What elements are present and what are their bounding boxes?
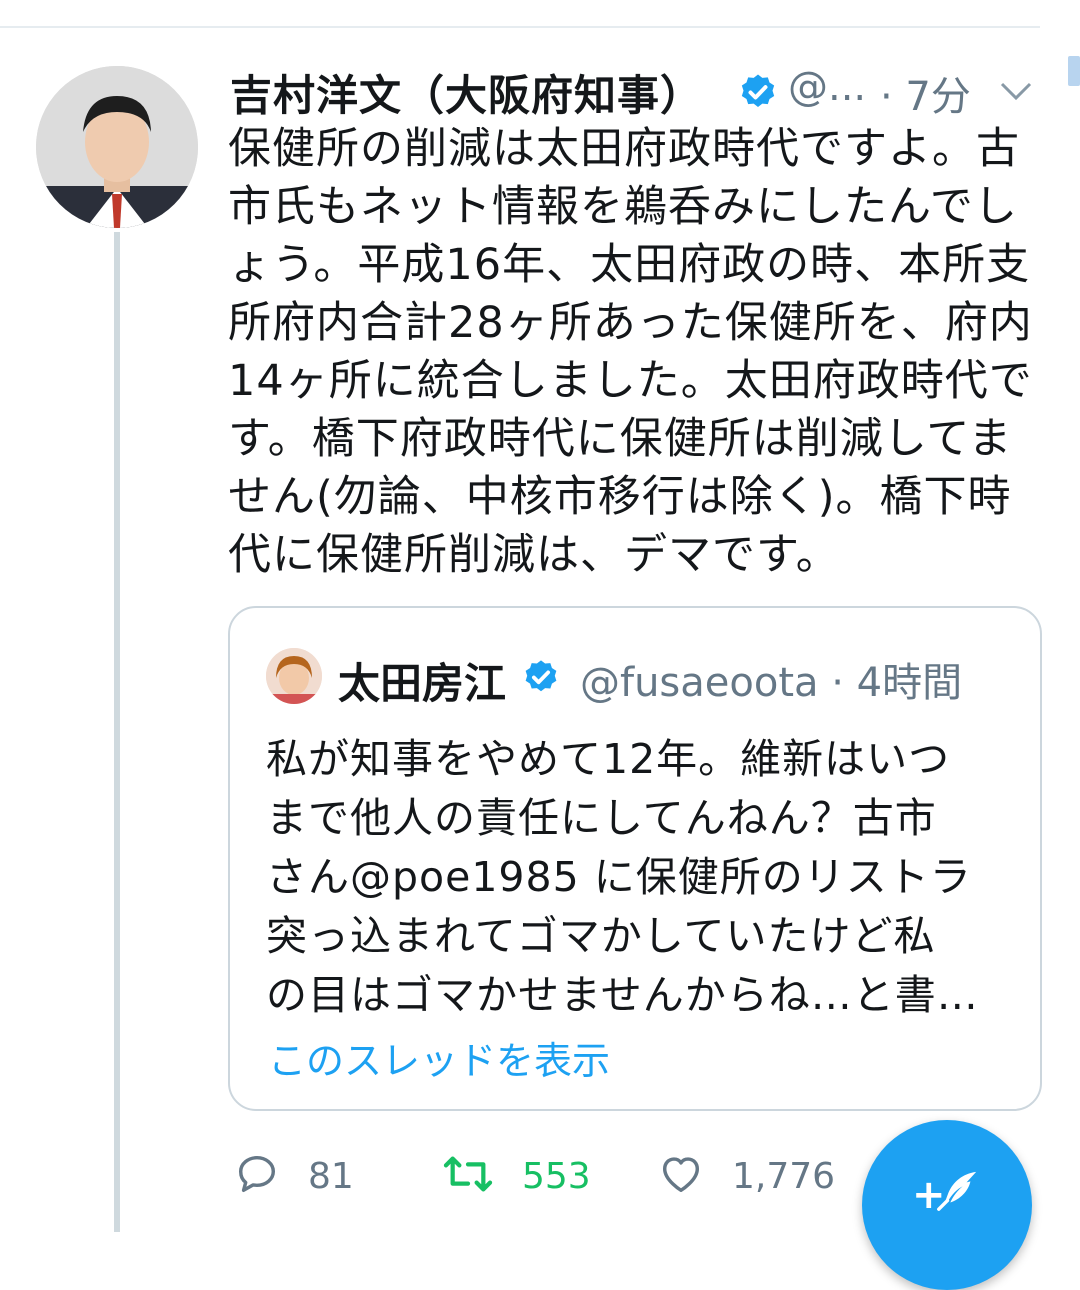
author-avatar[interactable] bbox=[36, 66, 198, 228]
like-icon bbox=[658, 1151, 704, 1201]
quoted-handle-time: @fusaeoota · 4時間 bbox=[580, 660, 963, 706]
chevron-down-icon[interactable] bbox=[998, 80, 1034, 108]
tweet-text-line: ょう。平成16年、太田府政の時、本所支 bbox=[228, 240, 1031, 290]
quoted-author-name: 太田房江 bbox=[338, 659, 507, 708]
tweet-time[interactable]: · 7分 bbox=[880, 64, 971, 122]
verified-badge-icon bbox=[738, 72, 778, 116]
tweet-text-line: 市氏もネット情報を鵜呑みにしたんでし bbox=[228, 182, 1018, 232]
reply-count: 81 bbox=[308, 1155, 354, 1197]
tweet-text-line: す。橋下府政時代に保健所は削減してま bbox=[228, 414, 1013, 464]
quoted-text-line: 私が知事をやめて12年。維新はいつ bbox=[266, 735, 951, 783]
retweet-icon bbox=[442, 1151, 494, 1201]
thread-line bbox=[114, 232, 120, 1232]
verified-badge-icon bbox=[522, 658, 560, 700]
retweet-count: 553 bbox=[522, 1155, 591, 1197]
top-divider bbox=[0, 26, 1040, 28]
tweet-text-line: 代に保健所削減は、デマです。 bbox=[228, 530, 840, 580]
retweet-button[interactable]: 553 bbox=[442, 1146, 591, 1206]
like-button[interactable]: 1,776 bbox=[658, 1146, 835, 1206]
tweet-text-line: 保健所の削減は太田府政時代ですよ。古 bbox=[228, 124, 1020, 174]
author-handle[interactable]: @... bbox=[788, 64, 866, 110]
reply-button[interactable]: 81 bbox=[234, 1146, 354, 1206]
tweet-text: 保健所の削減は太田府政時代ですよ。古 市氏もネット情報を鵜呑みにしたんでし ょう… bbox=[228, 120, 1048, 584]
reply-icon bbox=[234, 1151, 280, 1201]
tweet-text-line: せん(勿論、中核市移行は除く)。橋下時 bbox=[228, 472, 1012, 522]
tweet-text-line: 所府内合計28ヶ所あった保健所を、府内 bbox=[228, 298, 1033, 348]
quoted-author-avatar bbox=[266, 648, 322, 704]
quoted-text-line: まで他人の責任にしてんねん？古市 bbox=[266, 794, 937, 842]
quoted-tweet-card[interactable]: 太田房江 @fusaeoota · 4時間 私が知事をやめて12年。維新はいつ … bbox=[228, 606, 1042, 1111]
author-name[interactable]: 吉村洋文（大阪府知事） bbox=[230, 62, 703, 123]
quoted-text-line: の目はゴマかせませんからね…と書… bbox=[266, 971, 979, 1019]
compose-tweet-button[interactable]: + bbox=[862, 1120, 1032, 1290]
show-thread-link[interactable]: このスレッドを表示 bbox=[268, 1030, 610, 1085]
scrollbar-thumb[interactable] bbox=[1068, 56, 1080, 86]
tweet-header: 吉村洋文（大阪府知事） @... · 7分 bbox=[230, 58, 1050, 120]
tweet-text-line: 14ヶ所に統合しました。太田府政時代で bbox=[228, 356, 1033, 406]
quoted-text-line: さん@poe1985 に保健所のリストラ bbox=[266, 853, 972, 901]
like-count: 1,776 bbox=[732, 1155, 836, 1197]
quoted-text-line: 突っ込まれてゴマかしていたけど私 bbox=[266, 912, 936, 960]
quoted-tweet-text: 私が知事をやめて12年。維新はいつ まで他人の責任にしてんねん？古市 さん@po… bbox=[266, 730, 1026, 1025]
